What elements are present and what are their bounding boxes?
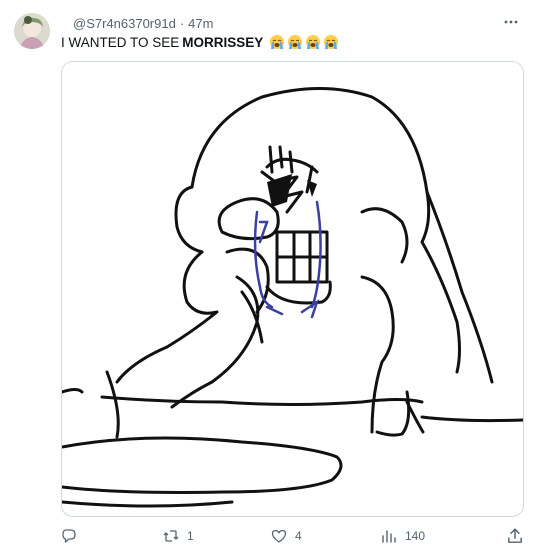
like-button[interactable]: 4 xyxy=(271,524,302,548)
views-chart-icon xyxy=(382,530,396,543)
retweet-count: 1 xyxy=(187,529,194,543)
avatar[interactable] xyxy=(14,13,50,49)
loudly-crying-face-icon xyxy=(306,35,321,49)
retweet-icon xyxy=(163,530,179,542)
tweet-text-bold: MORRISSEY xyxy=(182,34,264,50)
loudly-crying-face-icon xyxy=(324,35,339,49)
emoji-group xyxy=(269,34,339,50)
crying-wojak-drawing xyxy=(62,62,523,516)
tweet-text: I WANTED TO SEE MORRISSEY xyxy=(61,34,339,50)
media-image[interactable] xyxy=(61,61,524,517)
heart-icon xyxy=(271,529,287,543)
tweet-text-prefix: I WANTED TO SEE xyxy=(61,34,180,50)
user-handle[interactable]: @S7r4n6370r91d xyxy=(73,16,176,31)
reply-icon xyxy=(62,529,76,543)
more-options-button[interactable] xyxy=(501,12,521,32)
share-icon xyxy=(508,528,522,543)
views-button[interactable]: 140 xyxy=(381,524,425,548)
tweet-header: @S7r4n6370r91d · 47m xyxy=(73,14,521,32)
tweet[interactable]: @S7r4n6370r91d · 47m I WANTED TO SEE MOR… xyxy=(0,0,535,555)
timestamp[interactable]: 47m xyxy=(188,16,213,31)
retweet-button[interactable]: 1 xyxy=(163,524,194,548)
loudly-crying-face-icon xyxy=(288,35,303,49)
share-button[interactable] xyxy=(506,527,524,545)
loudly-crying-face-icon xyxy=(270,35,285,49)
more-icon xyxy=(504,20,518,24)
tweet-actions: 1 4 140 xyxy=(61,524,481,548)
like-count: 4 xyxy=(295,529,302,543)
views-count: 140 xyxy=(405,529,426,543)
separator-dot: · xyxy=(179,15,185,31)
reply-button[interactable] xyxy=(61,524,85,548)
